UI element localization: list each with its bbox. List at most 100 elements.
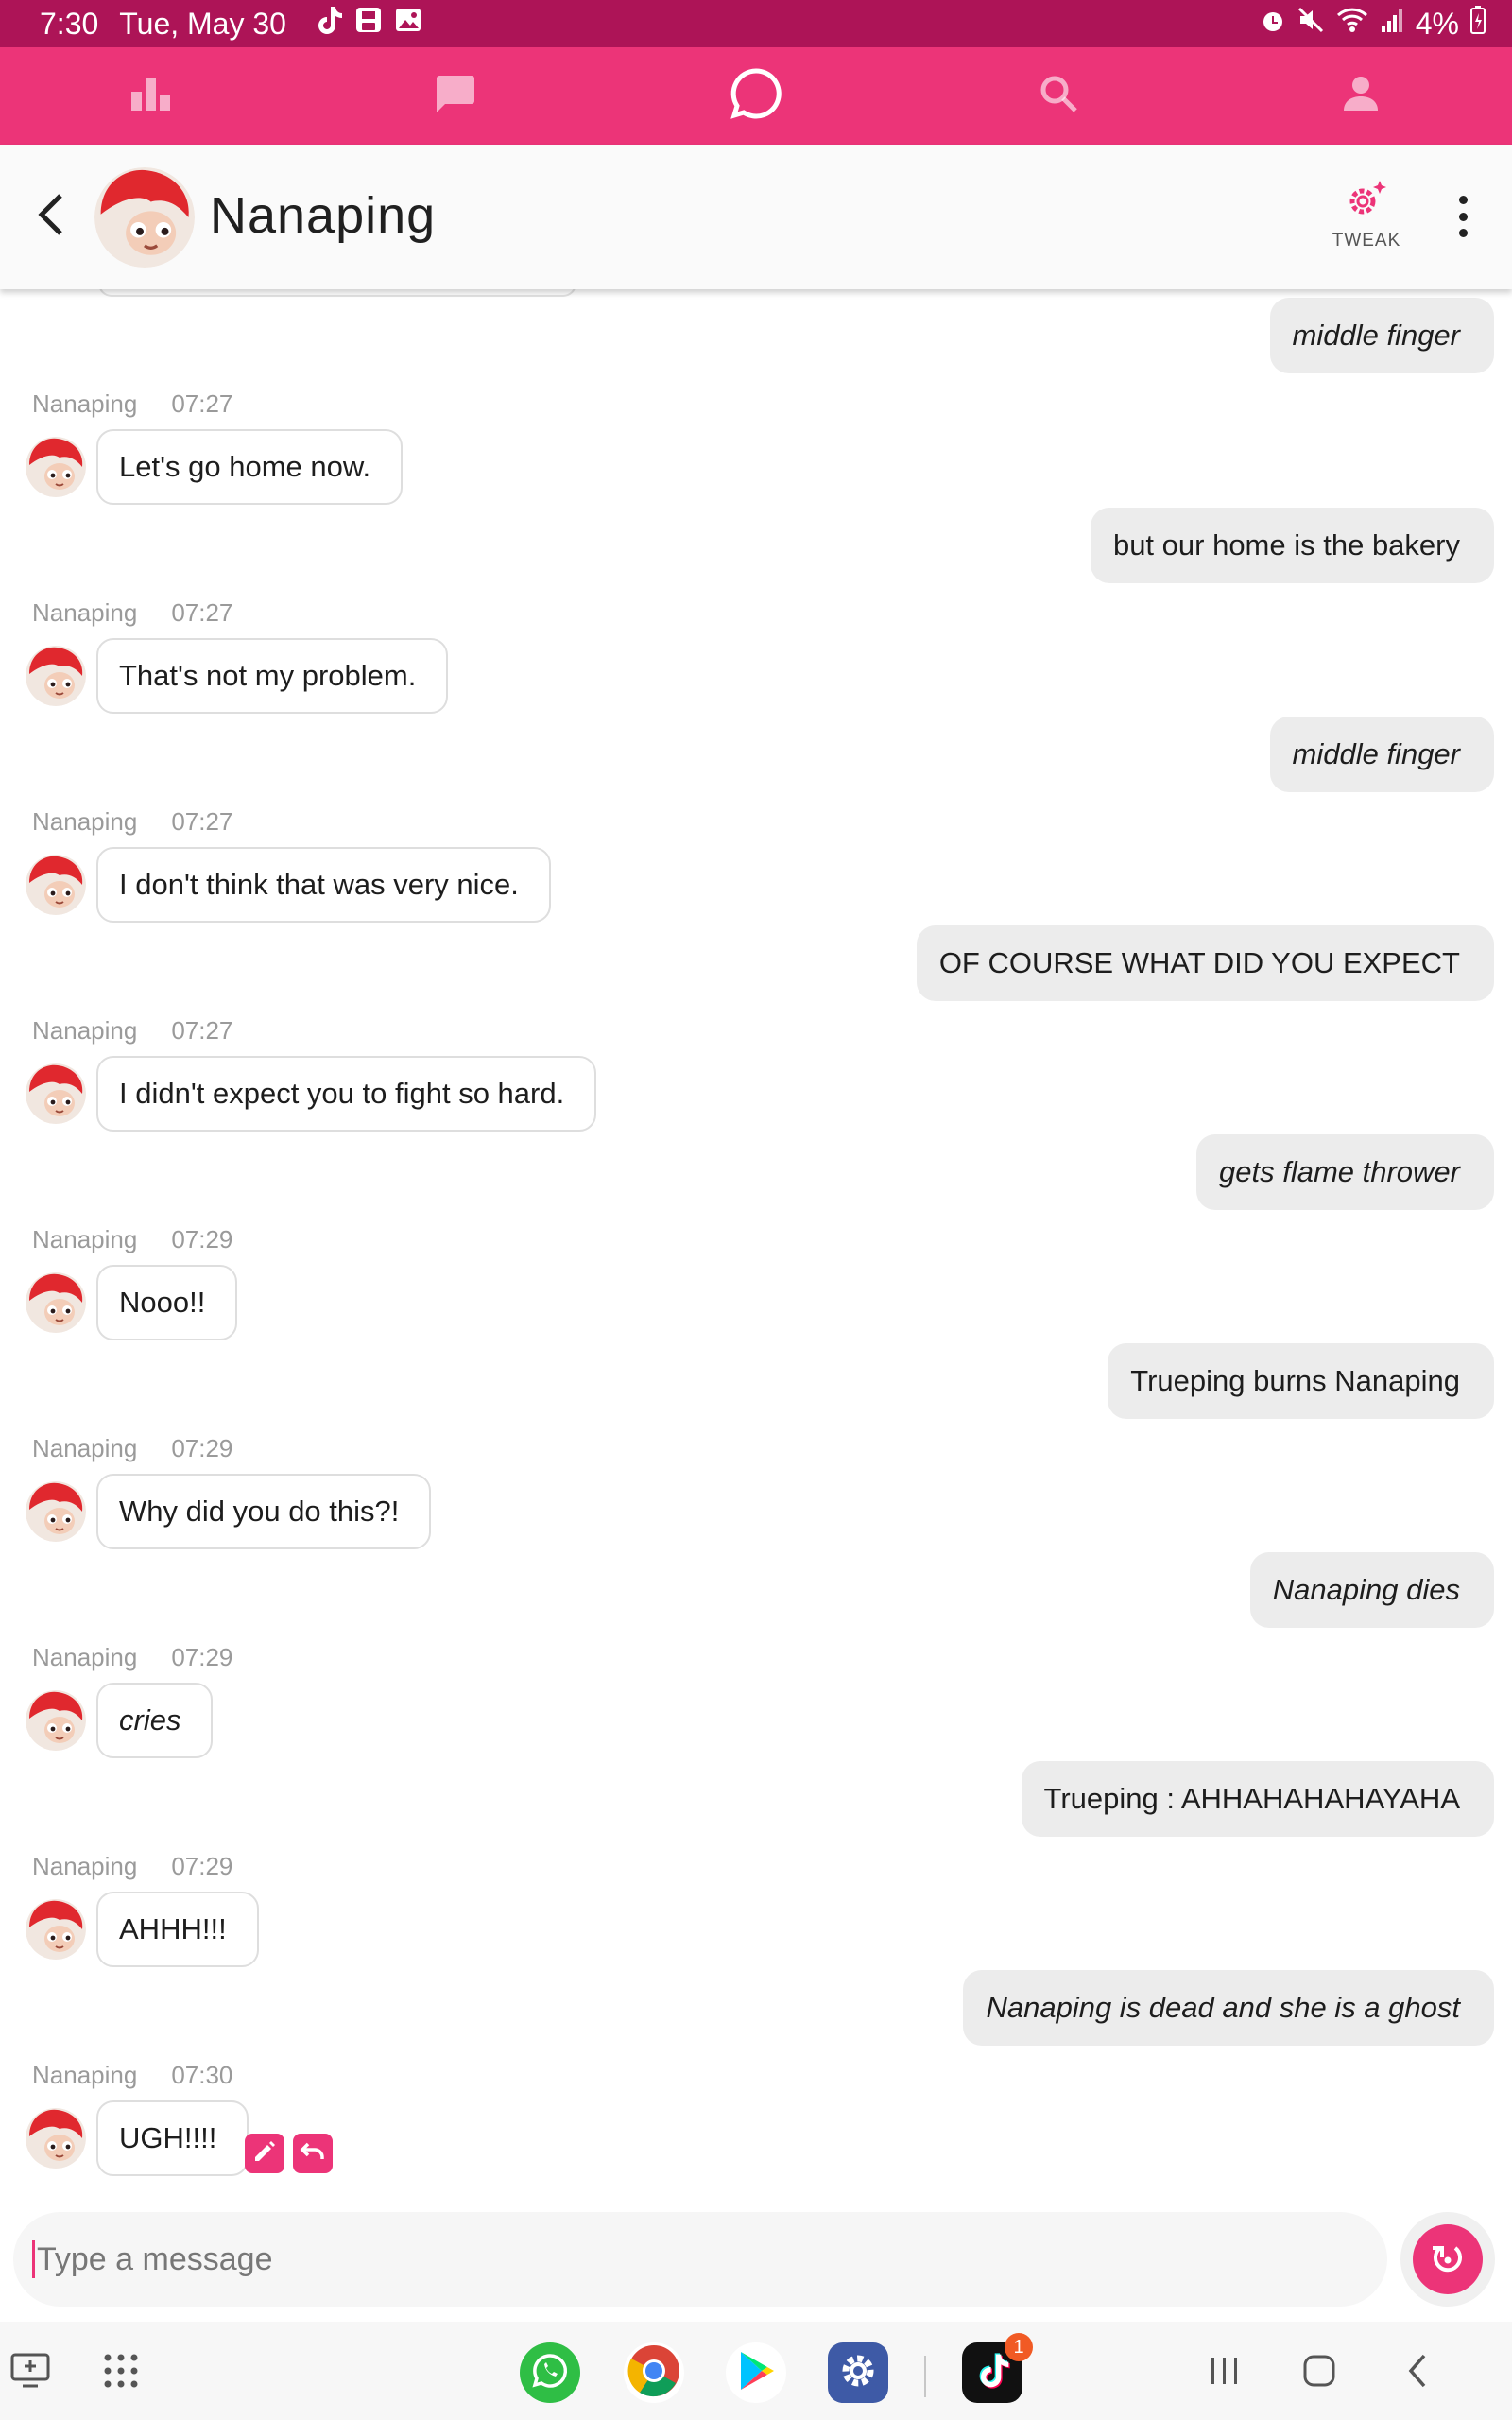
outgoing-message[interactable]: Nanaping dies: [1249, 1552, 1494, 1628]
nav-current-chat[interactable]: [605, 47, 907, 145]
message-meta: Nanaping 07:29: [32, 1852, 232, 1881]
app-whatsapp[interactable]: [520, 2342, 580, 2403]
undo-icon: [300, 2140, 326, 2168]
incoming-message[interactable]: Why did you do this?!: [96, 1474, 432, 1549]
message-meta: Nanaping 07:27: [32, 389, 232, 419]
nav-stats[interactable]: [0, 47, 302, 145]
incoming-message[interactable]: UGH!!!!: [96, 2100, 249, 2176]
avatar[interactable]: [94, 167, 195, 268]
tweak-button[interactable]: TWEAK: [1321, 179, 1412, 254]
message-meta: Nanaping 07:27: [32, 1016, 232, 1046]
sender-name: Nanaping: [32, 807, 138, 836]
message-meta: Nanaping 07:27: [32, 598, 232, 628]
search-icon: [1039, 74, 1078, 118]
chrome-icon: [627, 2343, 681, 2403]
incoming-message[interactable]: Let's go home now.: [96, 429, 404, 505]
undo-message-button[interactable]: [293, 2134, 333, 2173]
back-icon: [1403, 2352, 1432, 2394]
avatar[interactable]: [26, 855, 86, 915]
incoming-message[interactable]: AHHH!!!: [96, 1892, 259, 1967]
avatar[interactable]: [26, 1899, 86, 1960]
message-meta: Nanaping 07:29: [32, 1643, 232, 1672]
outgoing-message[interactable]: Trueping burns Nanaping: [1108, 1343, 1494, 1419]
incoming-message[interactable]: I don't think that was very nice.: [96, 847, 551, 923]
incoming-message[interactable]: I didn't expect you to fight so hard.: [96, 1056, 597, 1132]
edit-icon: [252, 2139, 277, 2169]
message-time: 07:29: [171, 1852, 233, 1880]
message-time: 07:27: [171, 598, 233, 627]
message-list: middle finger Nanaping 07:27 Let's go hom…: [0, 289, 1512, 2208]
sender-name: Nanaping: [32, 389, 138, 418]
status-bar: 7:30 Tue, May 30 4%: [0, 0, 1512, 47]
sender-name: Nanaping: [32, 2061, 138, 2089]
incoming-message[interactable]: That's not my problem.: [96, 638, 449, 714]
sender-name: Nanaping: [32, 598, 138, 627]
top-nav: [0, 47, 1512, 145]
mute-icon: [1297, 6, 1325, 42]
kebab-dot: [1458, 212, 1468, 221]
regenerate-button[interactable]: [1400, 2212, 1495, 2307]
chat-icon: [432, 73, 475, 119]
recents-button[interactable]: [1194, 2342, 1255, 2403]
back-button[interactable]: [26, 186, 74, 247]
message-time: 07:29: [171, 1643, 233, 1671]
avatar[interactable]: [26, 1272, 86, 1333]
nav-chats[interactable]: [302, 47, 605, 145]
system-nav-bar: [0, 2322, 1512, 2420]
avatar[interactable]: [26, 1690, 86, 1751]
outgoing-message[interactable]: OF COURSE WHAT DID YOU EXPECT: [916, 925, 1494, 1001]
message-placeholder: Type a message: [37, 2240, 273, 2277]
notification-badge: 1: [1005, 2333, 1033, 2361]
chat-title: Nanaping: [210, 187, 437, 244]
message-meta: Nanaping 07:29: [32, 1434, 232, 1463]
home-icon: [1300, 2352, 1338, 2394]
gear-sparkle-icon: [1344, 179, 1389, 225]
sender-name: Nanaping: [32, 1016, 138, 1045]
outgoing-message[interactable]: gets flame thrower: [1196, 1134, 1494, 1210]
outgoing-message[interactable]: middle finger: [1269, 717, 1494, 792]
outgoing-message[interactable]: middle finger: [1269, 298, 1494, 373]
system-back-button[interactable]: [1387, 2342, 1448, 2403]
edit-message-button[interactable]: [245, 2134, 284, 2173]
chat-header: Nanaping TWEAK: [0, 145, 1512, 289]
sender-name: Nanaping: [32, 1225, 138, 1253]
more-options-button[interactable]: [1446, 190, 1480, 243]
image-icon: [394, 6, 422, 42]
regenerate-button-inner: [1413, 2224, 1483, 2294]
settings-icon: [837, 2350, 879, 2396]
home-button[interactable]: [1289, 2342, 1349, 2403]
outgoing-message[interactable]: Trueping : AHHAHAHAHAYAHA: [1021, 1761, 1494, 1837]
avatar[interactable]: [26, 437, 86, 497]
message-time: 07:27: [171, 807, 233, 836]
nav-profile[interactable]: [1210, 47, 1512, 145]
signal-icon: [1380, 7, 1404, 42]
tiktok-icon: [973, 2350, 1011, 2396]
regenerate-icon: [1429, 2238, 1467, 2281]
monitor-icon: [9, 2352, 51, 2394]
kebab-dot: [1458, 196, 1468, 204]
outgoing-message[interactable]: Nanaping is dead and she is a ghost: [963, 1970, 1494, 2046]
app-settings[interactable]: [828, 2342, 888, 2403]
message-time: 07:29: [171, 1434, 233, 1462]
taskbar-toggle-button[interactable]: [0, 2342, 60, 2403]
message-circle-icon: [730, 67, 782, 125]
message-input[interactable]: Type a message: [13, 2212, 1387, 2307]
incoming-message[interactable]: Nooo!!: [96, 1265, 238, 1340]
whatsapp-icon: [529, 2350, 571, 2396]
outgoing-message[interactable]: but our home is the bakery: [1090, 508, 1494, 583]
alarm-icon: [1261, 7, 1285, 42]
nav-search[interactable]: [907, 47, 1210, 145]
avatar[interactable]: [26, 2108, 86, 2169]
grid-icon: [102, 2352, 140, 2394]
avatar[interactable]: [26, 1063, 86, 1124]
app-play-store[interactable]: [726, 2342, 786, 2403]
incoming-message[interactable]: cries: [96, 1683, 214, 1758]
avatar[interactable]: [26, 646, 86, 706]
avatar[interactable]: [26, 1481, 86, 1542]
app-chrome[interactable]: [624, 2342, 684, 2403]
message-meta: Nanaping 07:29: [32, 1225, 232, 1254]
app-drawer-button[interactable]: [91, 2342, 151, 2403]
message-meta: Nanaping 07:27: [32, 807, 232, 837]
status-date: Tue, May 30: [119, 6, 286, 41]
sender-name: Nanaping: [32, 1852, 138, 1880]
